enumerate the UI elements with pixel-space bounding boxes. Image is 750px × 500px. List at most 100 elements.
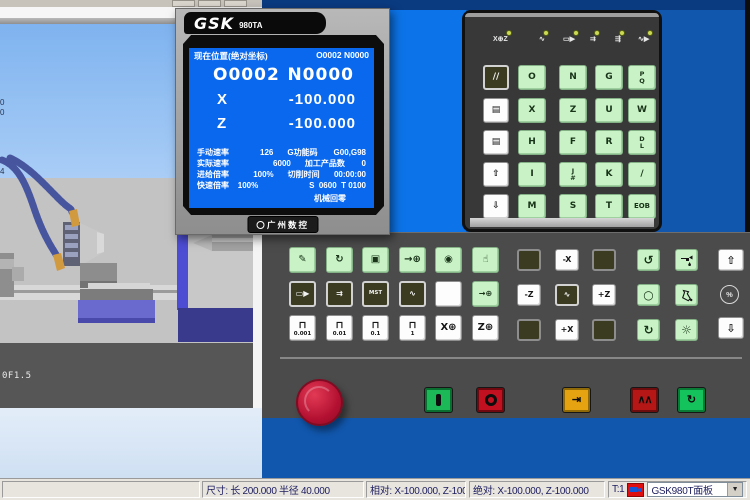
key-label: -Z	[524, 291, 533, 299]
jog-blank-key[interactable]	[517, 319, 541, 341]
sequence-number: N0000	[287, 65, 354, 85]
program-sequence-header: O0002 N0000	[316, 50, 369, 62]
indicator-led	[594, 30, 600, 36]
key-label: ⇉	[336, 290, 343, 298]
absolute-position-readout: 绝对: X-100.000, Z-100.000	[469, 481, 605, 498]
step-value-label: 0.001	[294, 331, 311, 337]
key-G[interactable]: G	[595, 65, 623, 90]
key-S[interactable]: S	[559, 194, 587, 219]
z-handwheel-key[interactable]: Z⊕	[472, 315, 499, 341]
screen-header: 现在位置(绝对坐标) O0002 N0000	[189, 50, 374, 62]
key-label: ↻	[643, 324, 653, 336]
key-U[interactable]: U	[595, 98, 623, 123]
key-N[interactable]: N	[559, 65, 587, 90]
jog-plus-z-key[interactable]: +Z	[592, 284, 616, 306]
key-label: ∿	[564, 291, 571, 299]
jog-blank-key[interactable]	[592, 249, 616, 271]
rapid-traverse-key[interactable]: ∿	[555, 284, 579, 306]
edit-mode-key[interactable]: ✎	[289, 247, 316, 273]
model-text: 980TA	[239, 21, 262, 30]
key-F[interactable]: F	[559, 130, 587, 155]
tool-icon	[627, 483, 644, 497]
cursor-down-key[interactable]: ⇩	[483, 194, 509, 219]
key-O[interactable]: O	[518, 65, 546, 90]
key-label: ◉	[444, 255, 453, 265]
key-label: ⇧	[726, 255, 735, 266]
titlebar-tab[interactable]	[198, 0, 221, 7]
program-number: O0002	[213, 65, 280, 85]
spindle-reverse-key[interactable]: ↻	[637, 319, 660, 341]
spindle-forward-key[interactable]: ↺	[637, 249, 660, 271]
key-R[interactable]: R	[595, 130, 623, 155]
key-D-L[interactable]: DL	[628, 130, 656, 155]
machining-run-button[interactable]: ∧∧	[631, 388, 658, 412]
key-W[interactable]: W	[628, 98, 656, 123]
x-handwheel-key[interactable]: X⊕	[435, 315, 462, 341]
step-0001-key[interactable]: ⊓0.001	[289, 315, 316, 341]
titlebar-tab[interactable]	[224, 0, 247, 7]
lubrication-key[interactable]	[675, 284, 698, 306]
mst-lock-key[interactable]: MST	[362, 281, 389, 307]
machine-zero-mode-key[interactable]: →⊕	[399, 247, 426, 273]
dry-run-indicator: ∿	[539, 35, 545, 43]
key-label: ⇧	[492, 170, 500, 179]
titlebar-tab[interactable]	[172, 0, 195, 7]
jog-blank-key[interactable]	[592, 319, 616, 341]
jog-minus-z-key[interactable]: -Z	[517, 284, 541, 306]
key-label: ↺	[643, 254, 653, 266]
handwheel-mode-key[interactable]: ◉	[435, 247, 462, 273]
key-EOB[interactable]: EOB	[628, 194, 656, 219]
step-001-key[interactable]: ⊓0.01	[326, 315, 353, 341]
step-01-key[interactable]: ⊓0.1	[362, 315, 389, 341]
step-1-key[interactable]: ⊓1	[399, 315, 426, 341]
key-label: ▤	[492, 138, 501, 147]
jog-minus-x-key[interactable]: -X	[555, 249, 579, 271]
status-info-block: 手动速率126 G功能码G00,G98 实际速率6000 加工产品数0 进给倍率…	[197, 147, 366, 191]
key-label: X	[529, 106, 536, 115]
emergency-stop-button[interactable]	[296, 379, 343, 426]
machine-lock-key[interactable]: ⇉	[326, 281, 353, 307]
program-zero-return-key[interactable]: →⊕	[472, 281, 499, 307]
panel-selector-combobox[interactable]: GSK980T面板 ▼	[647, 482, 743, 497]
reset-key[interactable]: //	[483, 65, 509, 90]
rapid-override-down-key[interactable]: ⇩	[718, 317, 744, 339]
power-on-icon	[436, 394, 441, 406]
tailstock-base	[178, 308, 253, 342]
indicator-led	[647, 30, 653, 36]
key-slash[interactable]: /	[628, 162, 656, 187]
cursor-up-key[interactable]: ⇧	[483, 162, 509, 187]
rapid-override-up-key[interactable]: ⇧	[718, 249, 744, 271]
key-K[interactable]: K	[595, 162, 623, 187]
key-I[interactable]: I	[518, 162, 546, 187]
cycle-start-button[interactable]: ↻	[678, 388, 705, 412]
dropdown-arrow-icon[interactable]: ▼	[727, 483, 742, 496]
key-H[interactable]: H	[518, 130, 546, 155]
blank-key[interactable]	[435, 281, 462, 307]
key-X[interactable]: X	[518, 98, 546, 123]
page-up-key[interactable]: ▤	[483, 98, 509, 123]
jog-blank-key[interactable]	[517, 249, 541, 271]
mdi-mode-key[interactable]: ▣	[362, 247, 389, 273]
key-T[interactable]: T	[595, 194, 623, 219]
power-off-button[interactable]	[477, 388, 504, 412]
jog-plus-x-key[interactable]: +X	[555, 319, 579, 341]
key-label: G	[605, 73, 612, 82]
coolant-key[interactable]	[675, 249, 698, 271]
auto-mode-key[interactable]: ↻	[326, 247, 353, 273]
key-label: DL	[639, 136, 644, 150]
page-down-key[interactable]: ▤	[483, 130, 509, 155]
key-P-Q[interactable]: PQ	[628, 65, 656, 90]
feed-hold-button[interactable]: ⇥	[563, 388, 590, 412]
key-M[interactable]: M	[518, 194, 546, 219]
machine-base	[0, 343, 253, 408]
single-block-key[interactable]: ▭▶	[289, 281, 316, 307]
jog-mode-key[interactable]: ☝	[472, 247, 499, 273]
key-Z[interactable]: Z	[559, 98, 587, 123]
power-on-button[interactable]	[425, 388, 452, 412]
dry-run-key[interactable]: ∿	[399, 281, 426, 307]
key-J-hash[interactable]: J#	[559, 162, 587, 187]
feed-hold-icon: ⇥	[572, 395, 581, 406]
key-label: ⊓	[409, 321, 417, 331]
spindle-stop-key[interactable]: ○	[637, 284, 660, 306]
tool-change-key[interactable]: ☼	[675, 319, 698, 341]
